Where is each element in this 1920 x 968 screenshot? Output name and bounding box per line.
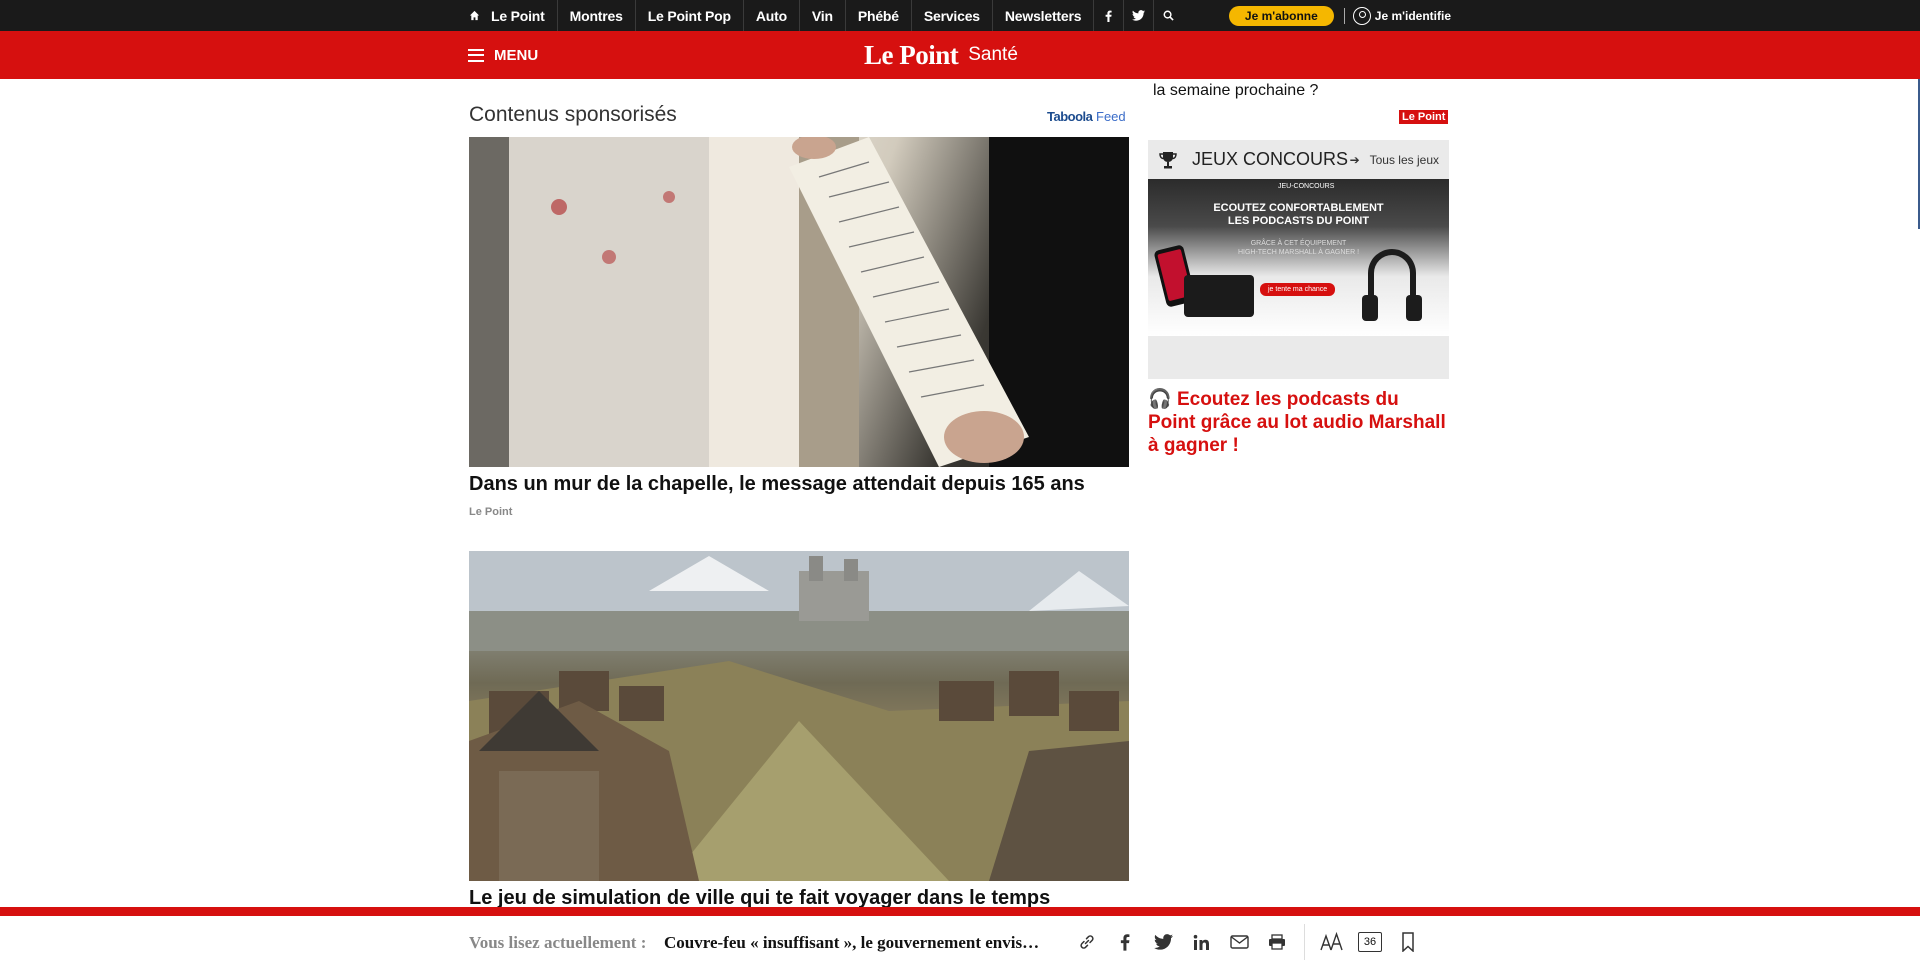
share-toolbar: 36 (1068, 916, 1427, 968)
subscribe-button[interactable]: Je m'abonne (1228, 5, 1334, 26)
text-size-icon[interactable] (1313, 923, 1351, 961)
sidebar-teaser-text[interactable]: la semaine prochaine ? (1153, 82, 1318, 100)
banner-heading: ECOUTEZ CONFORTABLEMENT LES PODCASTS DU … (1148, 202, 1449, 228)
login-link[interactable]: Je m'identifie (1352, 6, 1451, 25)
home-icon[interactable] (459, 0, 489, 31)
account-area: Je m'abonne Je m'identifie (1228, 5, 1451, 26)
sponsored-title-1[interactable]: Dans un mur de la chapelle, le message a… (469, 473, 1085, 496)
toolbar-divider (1304, 924, 1305, 960)
taboola-feed-label: Feed (1096, 109, 1126, 124)
menu-button[interactable]: MENU (468, 31, 538, 79)
contest-banner-image[interactable]: JEU-CONCOURS ECOUTEZ CONFORTABLEMENT LES… (1148, 179, 1449, 336)
nav-le-point[interactable]: Le Point (489, 0, 557, 31)
menu-label: MENU (494, 46, 539, 64)
section-name: Santé (968, 44, 1018, 65)
top-navigation-inner: Le Point Montres Le Point Pop Auto Vin P… (459, 0, 1451, 31)
print-icon[interactable] (1258, 923, 1296, 961)
nav-auto[interactable]: Auto (742, 0, 799, 31)
contest-title: JEUX CONCOURS (1192, 149, 1349, 169)
banner-tag: JEU-CONCOURS (1278, 183, 1335, 190)
account-divider (1343, 7, 1345, 24)
reading-label: Vous lisez actuellement : (469, 933, 647, 952)
link-icon[interactable] (1068, 923, 1106, 961)
nav-le-point-pop[interactable]: Le Point Pop (634, 0, 743, 31)
reading-bar: Vous lisez actuellement : Couvre-feu « i… (0, 916, 1920, 968)
logo-text: Le Point (864, 39, 959, 70)
banner-sub-line-1: GRÂCE À CET ÉQUIPEMENT (1250, 240, 1347, 247)
hamburger-icon (468, 48, 484, 62)
taboola-brand: Taboola (1047, 109, 1093, 124)
nav-vin[interactable]: Vin (798, 0, 845, 31)
user-icon (1352, 6, 1371, 25)
facebook-icon[interactable] (1093, 0, 1123, 31)
nav-phebe[interactable]: Phébé (844, 0, 911, 31)
contest-widget: JEUX CONCOURS ➔ Tous les jeux JEU-CONCOUR… (1148, 140, 1449, 379)
sponsored-heading: Contenus sponsorisés (469, 103, 677, 126)
contest-promo-link[interactable]: 🎧 Ecoutez les podcasts du Point grâce au… (1148, 388, 1449, 457)
nav-montres[interactable]: Montres (556, 0, 635, 31)
banner-heading-line-1: ECOUTEZ CONFORTABLEMENT (1213, 202, 1384, 214)
taboola-feed-logo[interactable]: Taboola Feed (1047, 109, 1126, 124)
speaker-image (1184, 275, 1254, 317)
facebook-icon[interactable] (1106, 923, 1144, 961)
headphones-icon: 🎧 (1148, 389, 1172, 410)
site-header: MENU Le Point Santé (0, 31, 1920, 79)
banner-cta-button[interactable]: je tente ma chance (1260, 283, 1336, 296)
search-icon[interactable] (1153, 0, 1183, 31)
contest-promo-text: Ecoutez les podcasts du Point grâce au l… (1148, 389, 1446, 456)
reading-article-title[interactable]: Couvre-feu « insuffisant », le gouvernem… (664, 933, 1047, 953)
all-games-label: Tous les jeux (1369, 152, 1439, 167)
headphones-image (1362, 249, 1422, 321)
all-games-link[interactable]: ➔ Tous les jeux (1350, 153, 1439, 167)
linkedin-icon[interactable] (1182, 923, 1220, 961)
nav-newsletters[interactable]: Newsletters (991, 0, 1093, 31)
comment-count: 36 (1358, 932, 1382, 952)
nav-services[interactable]: Services (910, 0, 992, 31)
arrow-right-icon: ➔ (1349, 152, 1360, 167)
sponsored-image-letter[interactable] (469, 137, 1129, 467)
comments-icon[interactable]: 36 (1351, 923, 1389, 961)
twitter-icon[interactable] (1144, 923, 1182, 961)
bookmark-icon[interactable] (1389, 923, 1427, 961)
reading-progress-bar (0, 907, 1920, 916)
twitter-icon[interactable] (1123, 0, 1153, 31)
login-label: Je m'identifie (1374, 8, 1451, 23)
trophy-icon (1158, 150, 1178, 170)
site-logo[interactable]: Le Point Santé (864, 31, 1018, 79)
sponsored-source-1: Le Point (469, 506, 513, 518)
sponsored-image-village[interactable] (469, 551, 1129, 881)
top-navigation-bar: Le Point Montres Le Point Pop Auto Vin P… (0, 0, 1920, 31)
banner-heading-line-2: LES PODCASTS DU POINT (1227, 215, 1370, 227)
le-point-badge: Le Point (1399, 110, 1449, 124)
contest-header: JEUX CONCOURS ➔ Tous les jeux (1148, 140, 1449, 179)
mail-icon[interactable] (1220, 923, 1258, 961)
